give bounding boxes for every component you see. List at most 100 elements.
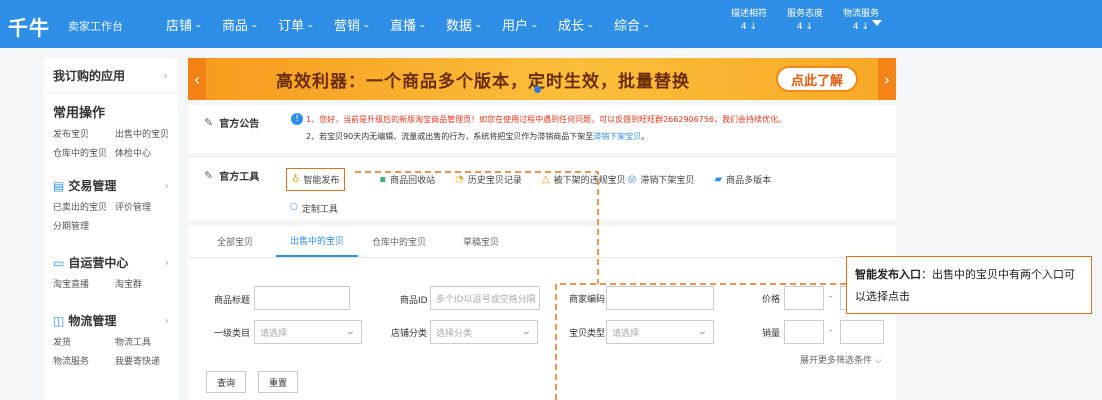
- logistics-header[interactable]: ◫ 物流管理 ›: [53, 312, 169, 329]
- chevron-right-icon[interactable]: ›: [878, 58, 896, 100]
- promo-banner[interactable]: ‹ 高效利器：一个商品多个版本，定时生效，批量替换 点此了解 ›: [188, 58, 896, 100]
- trade-management-header[interactable]: ▤ 交易管理 ›: [53, 177, 169, 194]
- tools-label: ✎ 官方工具: [204, 168, 259, 183]
- search-icon: ○: [290, 202, 298, 212]
- category-label: 一级类目: [214, 329, 251, 339]
- category-select[interactable]: 请选择 ⌄: [254, 320, 362, 344]
- layers-icon: ▰: [714, 174, 723, 185]
- nav-general[interactable]: 综合 ⌄: [614, 15, 670, 34]
- nav-users[interactable]: 用户 ⌄: [502, 15, 558, 34]
- tool-label: 商品回收站: [390, 176, 436, 186]
- sidebar-link-reviews[interactable]: 评价管理: [115, 200, 177, 213]
- chevron-down-icon: ⌄: [343, 326, 356, 337]
- tab-drafts[interactable]: 草稿宝贝: [440, 226, 522, 257]
- tool-multi-version[interactable]: ▰ 商品多版本: [714, 173, 771, 186]
- tools-row: ♁ 智能发布 ▪ 商品回收站 ◔ 历史宝贝记录 △ 被下架的违规宝贝 ◎ 滞销下架宝贝 ▰…: [286, 168, 791, 191]
- sidebar-link-logistics-tools[interactable]: 物流工具: [115, 335, 177, 348]
- tool-history[interactable]: ◔ 历史宝贝记录: [455, 173, 522, 186]
- chevron-down-icon: ⌄: [250, 20, 259, 29]
- my-apps-item[interactable]: 我订购的应用 ›: [44, 58, 178, 94]
- tool-label: 被下架的违规宝贝: [553, 176, 626, 186]
- product-id-label: 商品ID: [400, 296, 428, 306]
- tab-on-sale[interactable]: 出售中的宝贝: [276, 226, 358, 257]
- warning-icon: △: [541, 174, 550, 185]
- nav-shop[interactable]: 店铺 ⌄: [166, 15, 222, 34]
- sidebar-link-health-center[interactable]: 体检中心: [115, 146, 177, 159]
- metric-service[interactable]: 服务态度 4 ↓: [784, 8, 826, 34]
- tool-custom[interactable]: ○ 定制工具: [290, 202, 338, 215]
- sidebar-link-warehouse[interactable]: 仓库中的宝贝: [53, 146, 115, 159]
- self-operation-header[interactable]: ▭ 自运营中心 ›: [53, 254, 169, 271]
- sidebar-link-logistics-service[interactable]: 物流服务: [53, 354, 115, 367]
- logistics-management: ◫ 物流管理 › 发货 物流工具 物流服务 我要寄快递: [44, 294, 178, 371]
- tool-label: 滞销下架宝贝: [640, 176, 695, 186]
- sidebar-link-ship[interactable]: 发货: [53, 335, 115, 348]
- sales-max-input[interactable]: [840, 320, 884, 344]
- metric-description[interactable]: 描述相符 4 ↓: [728, 8, 770, 34]
- tab-all-items[interactable]: 全部宝贝: [194, 226, 276, 257]
- section-title: 交易管理: [68, 179, 117, 193]
- nav-live[interactable]: 直播 ⌄: [390, 15, 446, 34]
- tool-recycle-bin[interactable]: ▪ 商品回收站: [379, 173, 435, 186]
- sales-min-input[interactable]: [784, 320, 824, 344]
- tool-label: 历史宝贝记录: [467, 176, 522, 186]
- nav-label: 直播: [390, 19, 417, 34]
- notice-line-2-text: 2、若宝贝90天内无编辑、流量或出售的行为，系统将把宝贝作为滞销商品下架至: [306, 132, 594, 141]
- tool-violation[interactable]: △ 被下架的违规宝贝: [542, 173, 626, 186]
- nav-data[interactable]: 数据 ⌄: [446, 15, 502, 34]
- app-logo[interactable]: 千牛: [8, 12, 50, 41]
- chevron-left-icon[interactable]: ‹: [188, 58, 206, 100]
- carousel-dot[interactable]: [534, 86, 541, 93]
- tool-smart-publish[interactable]: ♁ 智能发布: [286, 168, 346, 191]
- range-separator: -: [829, 326, 833, 336]
- merchant-code-input[interactable]: [606, 286, 714, 310]
- nav-growth[interactable]: 成长 ⌄: [558, 15, 614, 34]
- learn-more-button[interactable]: 点此了解: [776, 66, 858, 92]
- chevron-down-icon: ⌄: [586, 20, 595, 29]
- sidebar-link-taobao-live[interactable]: 淘宝直播: [53, 277, 115, 290]
- price-min-input[interactable]: [784, 286, 824, 310]
- bulb-icon: ♁: [292, 174, 300, 185]
- sidebar-link-installments[interactable]: 分期管理: [53, 219, 115, 232]
- top-navigation-bar: 千牛 卖家工作台 店铺 ⌄ 商品 ⌄ 订单 ⌄ 营销 ⌄ 直播 ⌄ 数据 ⌄ 用户 ⌄ 成长 ⌄…: [0, 0, 1102, 48]
- recycle-icon: ▪: [379, 174, 387, 185]
- notice-line-2: 2、若宝贝90天内无编辑、流量或出售的行为，系统将把宝贝作为滞销商品下架至滞销下…: [306, 131, 649, 142]
- expand-filters-link[interactable]: 展开更多筛选条件 ⌵: [800, 353, 882, 366]
- nav-marketing[interactable]: 营销 ⌄: [334, 15, 390, 34]
- sidebar-link-taobao-group[interactable]: 淘宝群: [115, 277, 177, 290]
- common-operations-title: 常用操作: [53, 106, 106, 121]
- product-title-input[interactable]: [254, 286, 350, 310]
- sidebar-link-send-express[interactable]: 我要寄快递: [115, 354, 177, 367]
- category-placeholder: 请选择: [260, 328, 288, 339]
- product-id-input[interactable]: 多个ID以逗号或空格分隔: [430, 286, 540, 310]
- nav-orders[interactable]: 订单 ⌄: [278, 15, 334, 34]
- trade-management: ▤ 交易管理 › 已卖出的宝贝 评价管理 分期管理: [44, 163, 178, 236]
- monitor-icon: ▭: [53, 255, 65, 270]
- chevron-down-icon: ⌵: [874, 356, 882, 366]
- chevron-down-icon: ⌄: [194, 20, 203, 29]
- sidebar-link-sold[interactable]: 已卖出的宝贝: [53, 200, 115, 213]
- sidebar-link-publish[interactable]: 发布宝贝: [53, 127, 115, 140]
- chevron-right-icon: ›: [164, 179, 169, 192]
- shop-category-select[interactable]: 选择分类 ⌄: [430, 320, 538, 344]
- main-nav: 店铺 ⌄ 商品 ⌄ 订单 ⌄ 营销 ⌄ 直播 ⌄ 数据 ⌄ 用户 ⌄ 成长 ⌄ 综合 ⌄: [166, 15, 670, 34]
- app-subtitle: 卖家工作台: [68, 20, 123, 33]
- expand-filters-label: 展开更多筛选条件: [800, 356, 873, 366]
- item-type-label: 宝贝类型: [569, 329, 606, 339]
- query-button[interactable]: 查询: [206, 371, 246, 393]
- shop-category-label: 店铺分类: [391, 329, 428, 339]
- sidebar: 我订购的应用 › 常用操作 发布宝贝 出售中的宝贝 仓库中的宝贝 体检中心 ▤ 交…: [44, 58, 178, 400]
- reset-button[interactable]: 重置: [258, 371, 298, 393]
- nav-products[interactable]: 商品 ⌄: [222, 15, 278, 34]
- slow-sale-link[interactable]: 滞销下架宝贝: [593, 132, 641, 141]
- caret-down-icon[interactable]: [872, 20, 882, 26]
- sidebar-link-on-sale[interactable]: 出售中的宝贝: [115, 127, 177, 140]
- item-type-placeholder: 请选择: [612, 328, 640, 339]
- tool-slow-sale[interactable]: ◎ 滞销下架宝贝: [628, 173, 695, 186]
- nav-label: 商品: [222, 19, 249, 34]
- self-operation-center: ▭ 自运营中心 › 淘宝直播 淘宝群: [44, 236, 178, 294]
- item-type-select[interactable]: 请选择 ⌄: [606, 320, 714, 344]
- tab-warehouse[interactable]: 仓库中的宝贝: [358, 226, 440, 257]
- edit-icon: ✎: [204, 169, 214, 182]
- history-icon: ◔: [455, 174, 464, 185]
